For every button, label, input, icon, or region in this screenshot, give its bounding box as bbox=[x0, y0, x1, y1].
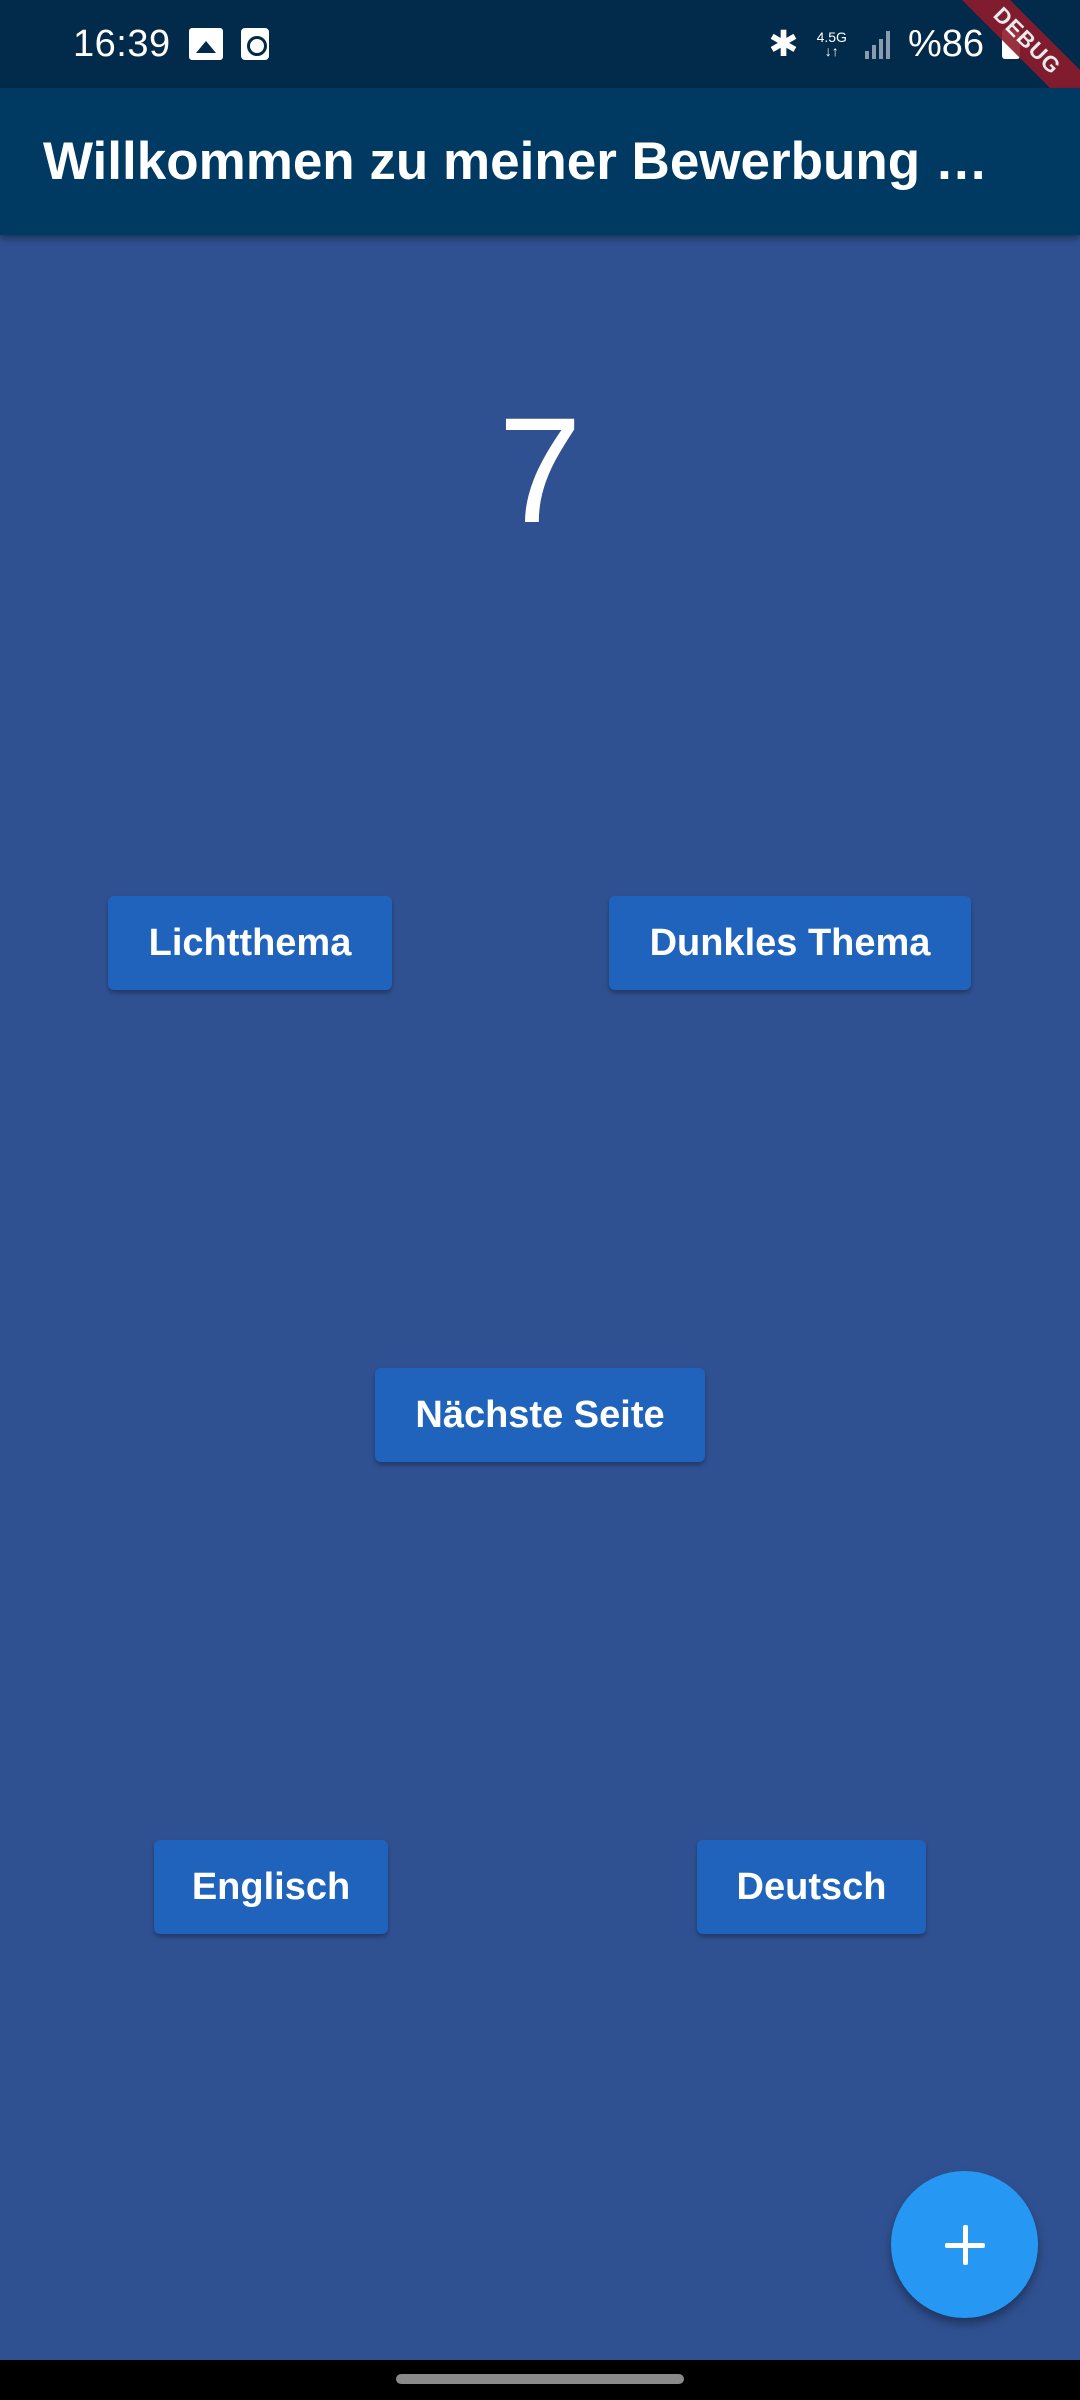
app-screen: 16:39 ✱ 4.5G ↓↑ %86 DEBUG Willkommen zu m… bbox=[0, 0, 1080, 2400]
status-time: 16:39 bbox=[73, 22, 171, 65]
app-bar: Willkommen zu meiner Bewerbung … bbox=[0, 88, 1080, 235]
status-bar: 16:39 ✱ 4.5G ↓↑ %86 bbox=[0, 0, 1080, 88]
network-icon: 4.5G ↓↑ bbox=[816, 29, 847, 59]
page-title: Willkommen zu meiner Bewerbung … bbox=[43, 132, 988, 191]
home-gesture-handle[interactable] bbox=[396, 2374, 684, 2384]
battery-percent: %86 bbox=[907, 22, 984, 65]
bluetooth-icon: ✱ bbox=[768, 23, 799, 64]
network-label: 4.5G bbox=[816, 29, 847, 45]
german-language-button[interactable]: Deutsch bbox=[697, 1840, 926, 1934]
status-right: ✱ 4.5G ↓↑ %86 bbox=[768, 23, 1020, 66]
increment-fab-button[interactable] bbox=[891, 2171, 1038, 2318]
clock-icon bbox=[240, 28, 269, 60]
gallery-icon bbox=[188, 28, 223, 60]
english-language-button[interactable]: Englisch bbox=[154, 1840, 388, 1934]
dark-theme-button[interactable]: Dunkles Thema bbox=[609, 896, 971, 990]
signal-icon bbox=[864, 29, 890, 59]
next-page-button[interactable]: Nächste Seite bbox=[375, 1368, 705, 1462]
plus-icon bbox=[944, 2224, 985, 2265]
counter-value: 7 bbox=[498, 386, 582, 554]
system-nav-bar bbox=[0, 2360, 1080, 2400]
status-left: 16:39 bbox=[73, 23, 269, 66]
light-theme-button[interactable]: Lichtthema bbox=[108, 896, 392, 990]
